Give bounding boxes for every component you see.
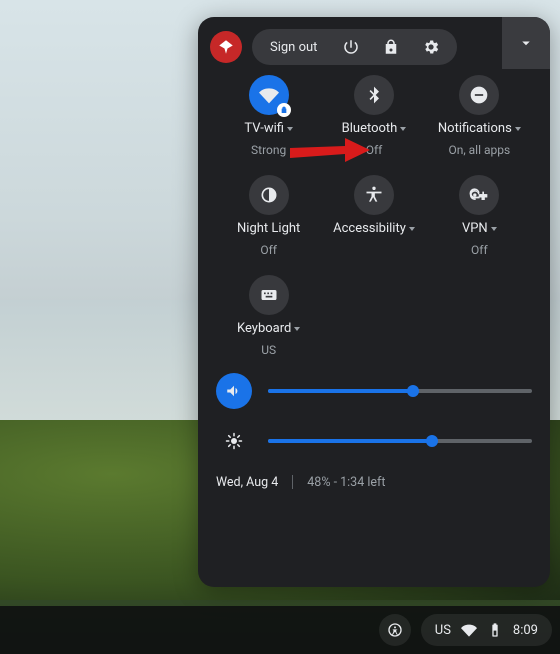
tile-bluetooth-label: Bluetooth xyxy=(342,121,398,137)
chevron-down-icon xyxy=(294,327,300,331)
sign-out-button[interactable]: Sign out xyxy=(256,40,331,55)
panel-header: Sign out xyxy=(210,27,538,67)
status-tray[interactable]: US 8:09 xyxy=(421,614,552,646)
quick-settings-panel: Sign out TV-wifi Strong xyxy=(198,17,550,587)
brightness-button[interactable] xyxy=(216,423,252,459)
volume-row xyxy=(216,373,532,409)
settings-button[interactable] xyxy=(411,27,451,67)
tiles-grid: TV-wifi Strong Bluetooth Off Notificatio… xyxy=(216,75,532,357)
tile-vpn[interactable]: VPN Off xyxy=(427,175,532,257)
volume-button[interactable] xyxy=(216,373,252,409)
chevron-down-icon xyxy=(400,127,406,131)
header-capsule: Sign out xyxy=(252,29,457,65)
tile-keyboard[interactable]: Keyboard US xyxy=(216,275,321,357)
shelf-wifi-icon xyxy=(461,622,477,638)
collapse-button[interactable] xyxy=(502,17,550,69)
tile-keyboard-sub: US xyxy=(261,343,276,357)
tile-night-light[interactable]: Night Light Off xyxy=(216,175,321,257)
tile-accessibility[interactable]: Accessibility xyxy=(321,175,426,257)
tile-notifications-sub: On, all apps xyxy=(448,143,510,157)
footer-battery: 48% - 1:34 left xyxy=(307,475,385,490)
tile-vpn-label: VPN xyxy=(462,221,488,237)
tile-wifi-sub: Strong xyxy=(251,143,286,157)
avatar[interactable] xyxy=(210,31,242,63)
footer-divider xyxy=(292,475,293,489)
tile-bluetooth[interactable]: Bluetooth Off xyxy=(321,75,426,157)
chevron-down-icon xyxy=(491,227,497,231)
volume-slider[interactable] xyxy=(268,389,532,393)
tile-vpn-sub: Off xyxy=(471,243,488,257)
tile-night-light-label: Night Light xyxy=(237,221,300,237)
vpn-icon xyxy=(459,175,499,215)
brightness-slider[interactable] xyxy=(268,439,532,443)
panel-footer: Wed, Aug 4 48% - 1:34 left xyxy=(216,475,532,490)
tile-wifi-label: TV-wifi xyxy=(244,121,284,137)
shelf-clock: 8:09 xyxy=(513,623,538,638)
shelf-battery-icon xyxy=(487,622,503,638)
dnd-icon xyxy=(459,75,499,115)
bluetooth-icon xyxy=(354,75,394,115)
tile-wifi[interactable]: TV-wifi Strong xyxy=(216,75,321,157)
chevron-down-icon xyxy=(515,127,521,131)
shelf-accessibility-icon[interactable] xyxy=(379,614,411,646)
chevron-down-icon xyxy=(287,127,293,131)
keyboard-icon xyxy=(249,275,289,315)
lock-button[interactable] xyxy=(371,27,411,67)
tile-accessibility-label: Accessibility xyxy=(333,221,406,237)
tile-keyboard-label: Keyboard xyxy=(237,321,291,337)
wifi-lock-badge xyxy=(277,103,291,117)
wifi-icon xyxy=(249,75,289,115)
power-button[interactable] xyxy=(331,27,371,67)
tile-bluetooth-sub: Off xyxy=(366,143,383,157)
brightness-row xyxy=(216,423,532,459)
shelf-ime: US xyxy=(435,623,451,638)
footer-date: Wed, Aug 4 xyxy=(216,475,278,490)
tile-notifications[interactable]: Notifications On, all apps xyxy=(427,75,532,157)
shelf: US 8:09 xyxy=(0,606,560,654)
chevron-down-icon xyxy=(409,227,415,231)
night-light-icon xyxy=(249,175,289,215)
tile-notifications-label: Notifications xyxy=(438,121,512,137)
accessibility-icon xyxy=(354,175,394,215)
tile-night-light-sub: Off xyxy=(260,243,277,257)
